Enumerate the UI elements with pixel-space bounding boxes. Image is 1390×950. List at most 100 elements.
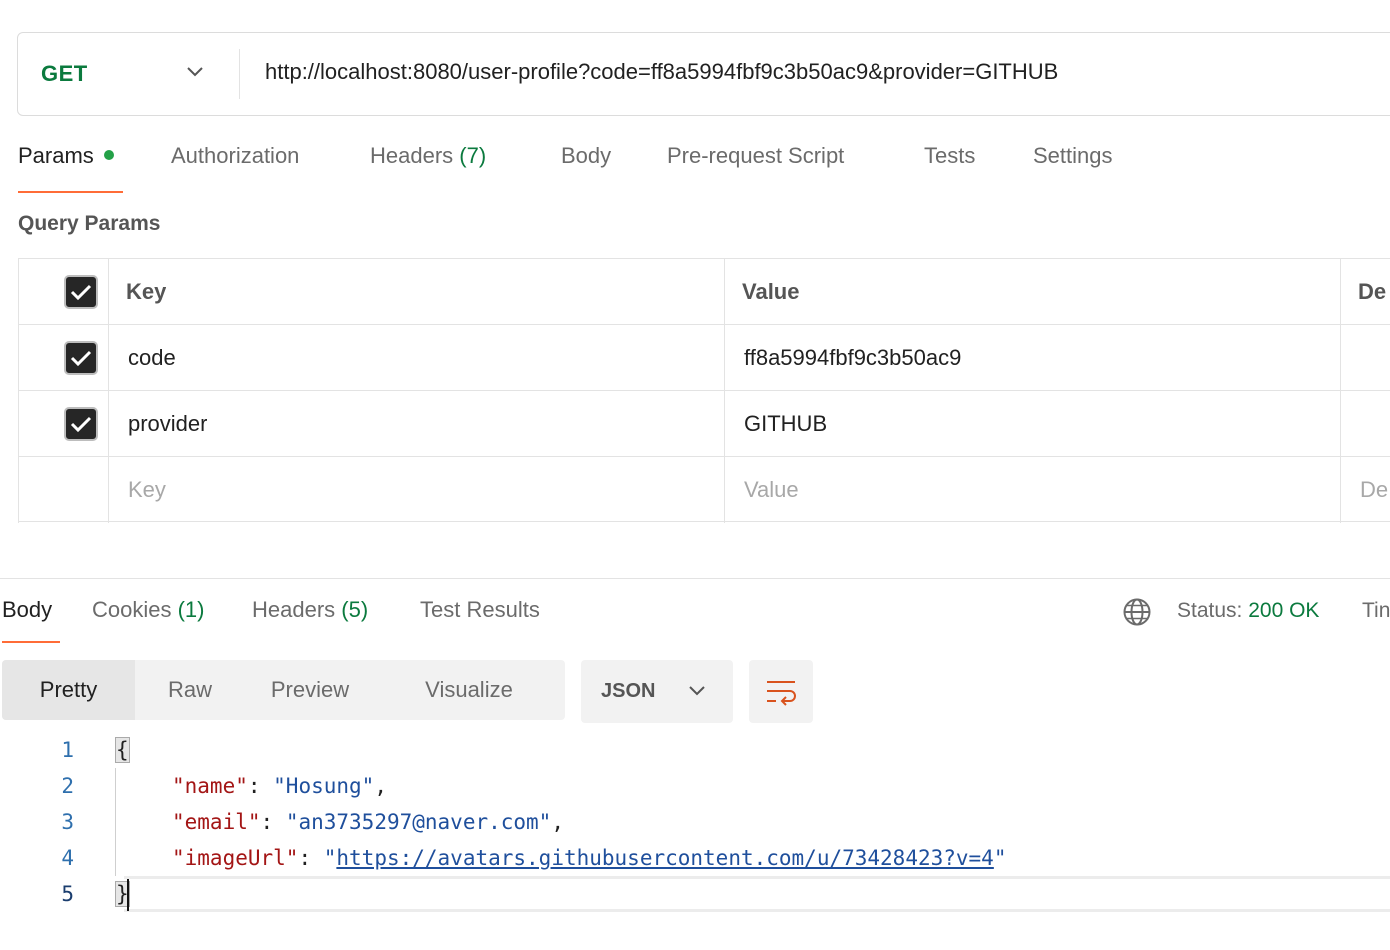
active-tab-underline [18,191,123,193]
url-separator [239,49,240,99]
tab-body-label: Body [561,143,612,168]
param-key-cell[interactable]: provider [128,391,207,456]
response-tab-headers[interactable]: Headers (5) [252,597,368,623]
json-comma: , [551,810,564,834]
key-column-header: Key [126,278,167,304]
json-comma: , [374,774,387,798]
view-mode-preview[interactable]: Preview [245,660,375,720]
format-dropdown[interactable]: JSON [581,660,733,723]
json-quote: " [993,846,1007,870]
status-label: Status: [1177,599,1243,622]
view-mode-raw[interactable]: Raw [135,660,245,720]
code-line: 4 "imageUrl": "https://avatars.githubuse… [0,840,1390,876]
chevron-down-icon [689,686,705,696]
json-key: "email" [172,810,261,834]
response-tab-body-label: Body [2,597,53,622]
param-description-cell[interactable] [1360,325,1390,390]
status-value[interactable]: 200 OK [1248,599,1319,622]
select-all-checkbox[interactable] [64,274,98,309]
json-value: "Hosung" [273,774,375,798]
param-key-cell[interactable]: code [128,325,176,390]
code-line: 1 { [0,732,1390,768]
tab-pre-request-script-label: Pre-request Script [667,143,845,168]
tab-headers[interactable]: Headers (7) [370,143,486,169]
response-tab-cookies[interactable]: Cookies (1) [92,597,205,623]
line-number: 4 [61,846,74,870]
response-tab-test-results-label: Test Results [420,597,540,622]
param-value-cell[interactable]: GITHUB [744,391,827,456]
current-line-highlight [124,876,1390,912]
table-header-row: Key Value De [18,258,1390,324]
response-tab-test-results[interactable]: Test Results [420,597,540,623]
open-brace: { [115,737,130,763]
code-text: "name": "Hosung", [172,774,387,798]
pane-divider[interactable] [0,578,1390,579]
view-mode-pretty[interactable]: Pretty [2,660,135,720]
json-key: "name" [172,774,248,798]
url-input[interactable]: http://localhost:8080/user-profile?code=… [265,59,1058,85]
tab-tests-label: Tests [924,143,976,168]
new-value-input[interactable]: Value [744,457,799,522]
code-line: 3 "email": "an3735297@naver.com", [0,804,1390,840]
method-dropdown[interactable]: GET [18,33,240,115]
response-tab-headers-label: Headers [252,597,336,622]
code-text: "email": "an3735297@naver.com", [172,810,564,834]
tab-body[interactable]: Body [561,143,611,169]
globe-icon[interactable] [1122,597,1152,627]
text-cursor [127,879,129,911]
request-url-bar: GET http://localhost:8080/user-profile?c… [17,32,1390,116]
params-active-dot [103,150,114,161]
code-text: { [115,732,130,768]
line-number: 3 [61,810,74,834]
chevron-down-icon [187,67,203,77]
new-description-input[interactable]: De [1360,457,1388,522]
tab-settings-label: Settings [1033,143,1113,168]
checkmark-icon [70,416,92,432]
tab-params-label: Params [18,143,94,168]
view-mode-visualize[interactable]: Visualize [375,660,563,720]
tab-params[interactable]: Params [18,143,114,169]
row-checkbox-cell [64,325,98,390]
checkmark-icon [70,284,92,300]
tab-headers-count: (7) [459,143,487,168]
table-row: code ff8a5994fbf9c3b50ac9 [18,324,1390,390]
code-line: 2 "name": "Hosung", [0,768,1390,804]
response-active-tab-underline [2,641,60,643]
indent-guide [115,768,116,876]
table-row: provider GITHUB [18,390,1390,456]
code-text: "imageUrl": "https://avatars.githubuserc… [172,846,1007,870]
query-params-title: Query Params [18,212,161,235]
image-url-link[interactable]: https://avatars.githubusercontent.com/u/… [336,846,993,870]
tab-authorization[interactable]: Authorization [171,143,299,169]
param-checkbox[interactable] [64,406,98,441]
json-key: "imageUrl" [172,846,299,870]
description-column-header: De [1358,278,1387,304]
response-status: Status: 200 OK [1177,599,1319,623]
line-number: 1 [61,738,74,762]
json-value: "an3735297@naver.com" [285,810,552,834]
param-value-cell[interactable]: ff8a5994fbf9c3b50ac9 [744,325,961,390]
response-tab-cookies-label: Cookies [92,597,172,622]
line-number: 5 [61,882,74,906]
response-tab-body[interactable]: Body [2,597,52,623]
method-label: GET [41,61,88,86]
value-column-header: Value [742,278,800,304]
tab-settings[interactable]: Settings [1033,143,1113,169]
view-mode-selector: Pretty Raw Preview Visualize [2,660,565,720]
response-tab-headers-count: (5) [341,597,369,622]
select-all-cell [64,259,98,324]
format-label: JSON [601,680,656,702]
response-time-label: Tin [1362,599,1390,622]
tab-tests[interactable]: Tests [924,143,975,169]
param-checkbox[interactable] [64,340,98,375]
wrap-lines-icon [767,680,796,706]
tab-authorization-label: Authorization [171,143,300,168]
response-tab-cookies-count: (1) [177,597,205,622]
line-number: 2 [61,774,74,798]
tab-pre-request-script[interactable]: Pre-request Script [667,143,844,169]
new-key-input[interactable]: Key [128,457,166,522]
tab-headers-label: Headers [370,143,454,168]
param-description-cell[interactable] [1360,391,1390,456]
row-checkbox-cell [64,391,98,456]
wrap-lines-button[interactable] [749,660,813,723]
